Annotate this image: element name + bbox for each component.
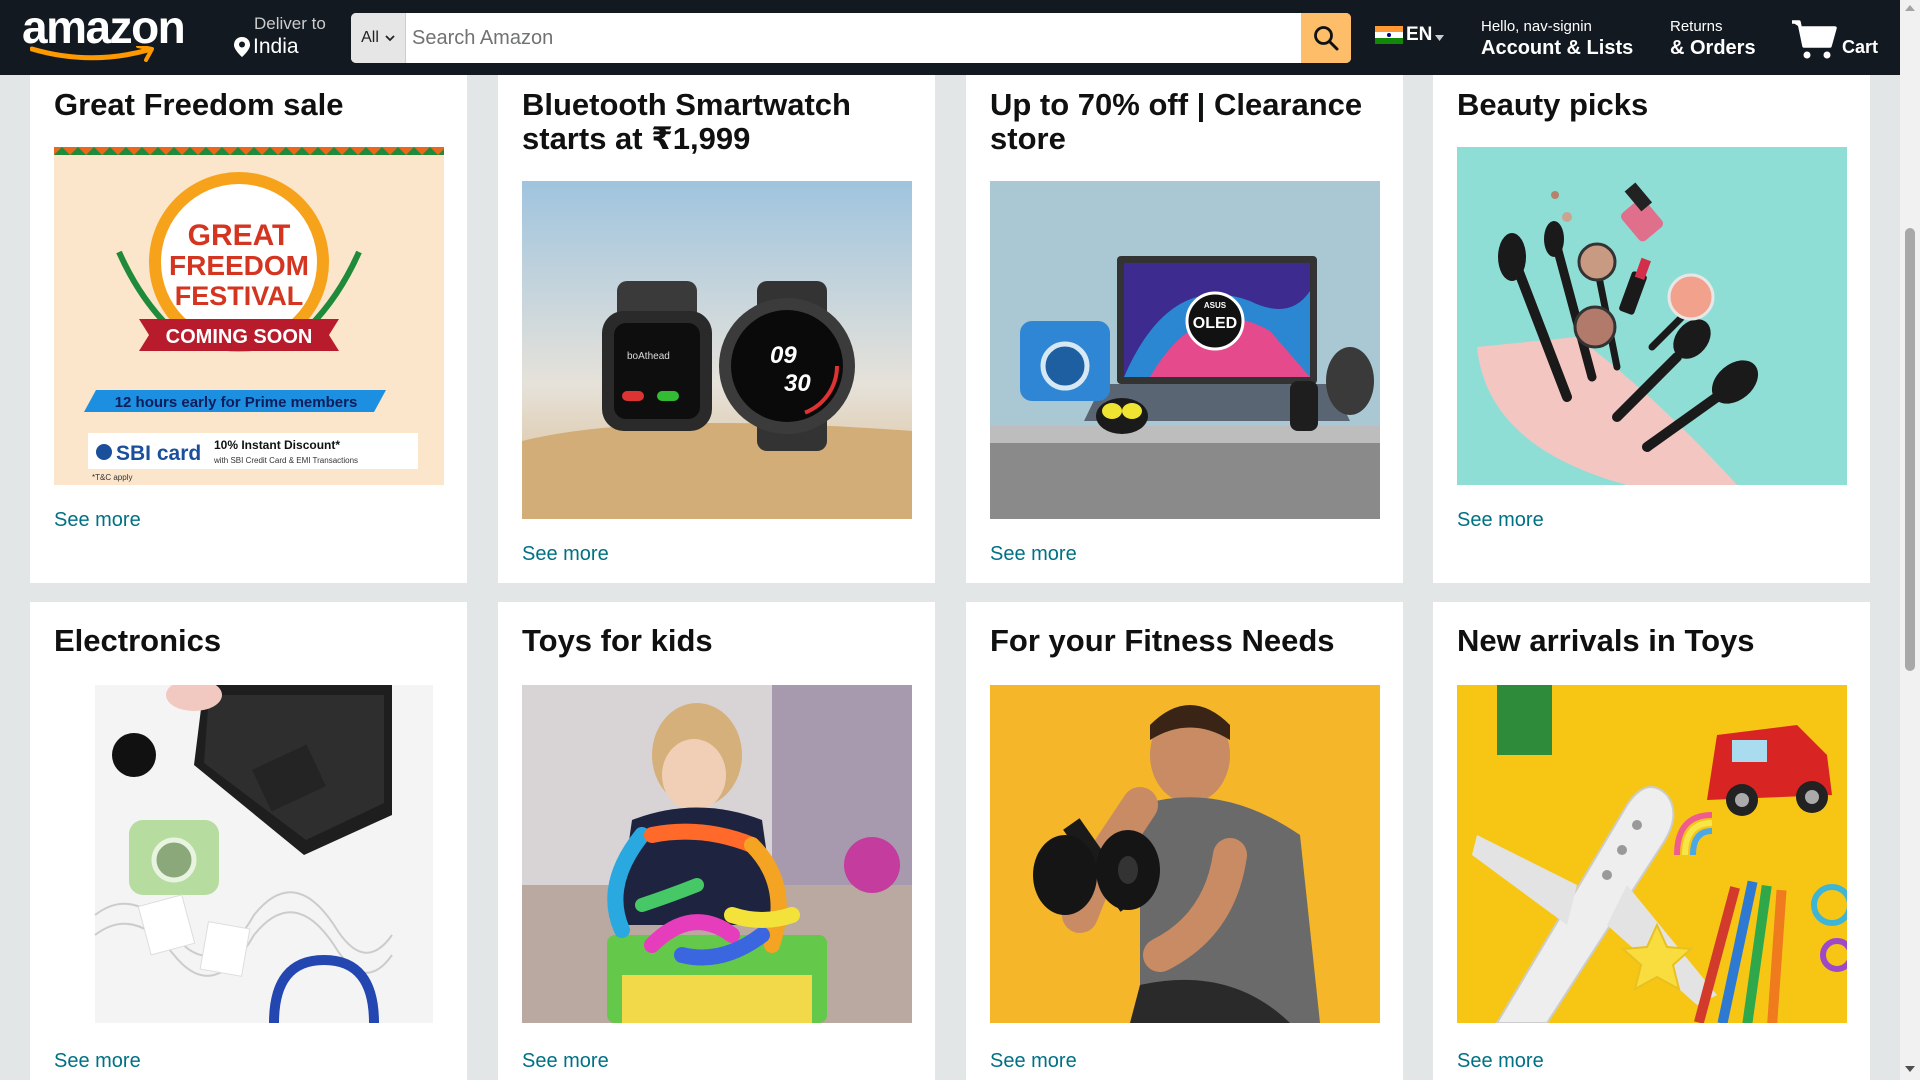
cart-link[interactable]: Cart (1790, 14, 1878, 62)
watch-brand: boAthead (627, 351, 670, 362)
india-flag-icon (1375, 26, 1403, 44)
card-title: New arrivals in Toys (1457, 623, 1755, 658)
account-and-lists-menu[interactable]: Hello, nav-signin Account & Lists (1481, 18, 1633, 60)
amazon-logo-wordmark: amazon (22, 1, 186, 53)
card-beauty-picks: Beauty picks See more (1433, 75, 1870, 583)
child-playing-tubes (522, 685, 912, 1023)
account-lists-label: Account & Lists (1481, 37, 1634, 59)
see-more-link[interactable]: See more (54, 1050, 141, 1073)
card-image-toys-for-kids[interactable] (522, 685, 912, 1023)
banner-sbi-logo: SBI card (116, 442, 201, 465)
see-more-link[interactable]: See more (522, 1050, 609, 1073)
card-image-beauty[interactable] (1457, 147, 1847, 485)
language-code: EN (1406, 24, 1433, 45)
scroll-up-arrow-icon[interactable] (1905, 5, 1915, 11)
card-title: Great Freedom sale (54, 87, 344, 122)
card-image-fitness[interactable] (990, 685, 1380, 1023)
banner-line-2: FREEDOM (169, 250, 309, 281)
card-electronics: Electronics See more (30, 602, 467, 1080)
scroll-down-arrow-icon[interactable] (1905, 1066, 1915, 1072)
chevron-down-icon (385, 34, 395, 41)
see-more-link[interactable]: See more (990, 543, 1077, 566)
banner-line-1: GREAT (188, 219, 291, 252)
card-image-great-freedom-festival[interactable]: GREAT FREEDOM FESTIVAL COMING SOON 12 ho… (54, 147, 444, 485)
card-image-smartwatch[interactable]: boAthead 09 30 (522, 181, 912, 519)
card-image-new-arrivals-toys[interactable] (1457, 685, 1847, 1023)
watch-hour: 09 (770, 342, 797, 369)
search-input[interactable] (406, 13, 1301, 63)
card-great-freedom-sale: Great Freedom sale GREAT FREEDOM FESTIVA… (30, 75, 467, 583)
caret-down-icon (1435, 35, 1445, 41)
cart-icon (1792, 20, 1837, 59)
returns-label: Returns (1670, 18, 1723, 35)
orders-label: & Orders (1670, 37, 1756, 59)
card-new-arrivals-in-toys: New arrivals in Toys See more (1433, 602, 1870, 1080)
card-title: Bluetooth Smartwatch starts at ₹1,999 (522, 87, 851, 156)
language-selector[interactable]: EN (1375, 24, 1445, 46)
top-navigation-bar: amazon Deliver to India All Search Amazo… (0, 0, 1900, 75)
great-freedom-festival-banner: GREAT FREEDOM FESTIVAL COMING SOON 12 ho… (54, 147, 444, 485)
see-more-link[interactable]: See more (1457, 1050, 1544, 1073)
returns-and-orders-link[interactable]: Returns & Orders (1670, 18, 1756, 60)
search-category-dropdown[interactable]: All (351, 13, 406, 63)
banner-ribbon-text: COMING SOON (166, 326, 313, 348)
location-pin-icon (234, 37, 250, 57)
card-title: Toys for kids (522, 623, 713, 658)
card-title: Up to 70% off | Clearance store (990, 87, 1363, 156)
makeup-brushes-pouch (1457, 147, 1847, 485)
laptop-camera-earbuds: ASUS OLED (990, 181, 1380, 519)
see-more-link[interactable]: See more (990, 1050, 1077, 1073)
banner-discount: 10% Instant Discount* (214, 438, 340, 452)
man-lifting-dumbbell (990, 685, 1380, 1023)
banner-discount-sub: with SBI Credit Card & EMI Transactions (213, 456, 358, 465)
card-clearance-store: Up to 70% off | Clearance store ASUS OLE… (966, 75, 1403, 583)
smartwatches-on-sand: boAthead 09 30 (522, 181, 912, 519)
deliver-to-label: Deliver to (254, 14, 326, 33)
card-title: For your Fitness Needs (990, 623, 1335, 658)
card-title: Electronics (54, 623, 222, 658)
card-toys-for-kids: Toys for kids See more (498, 602, 935, 1080)
card-bluetooth-smartwatch: Bluetooth Smartwatch starts at ₹1,999 bo… (498, 75, 935, 583)
search-bar: All (351, 13, 1351, 63)
page-scrollbar[interactable] (1900, 0, 1920, 1080)
search-icon (1314, 26, 1339, 51)
see-more-link[interactable]: See more (522, 543, 609, 566)
banner-tnc: *T&C apply (92, 473, 132, 482)
see-more-link[interactable]: See more (54, 509, 141, 532)
card-image-electronics[interactable] (54, 685, 444, 1023)
laptop-brand: ASUS (1204, 301, 1227, 310)
amazon-smile-icon (30, 46, 154, 62)
amazon-logo[interactable]: amazon (22, 4, 202, 64)
see-more-link[interactable]: See more (1457, 509, 1544, 532)
scrollbar-thumb[interactable] (1905, 228, 1915, 671)
card-title: Beauty picks (1457, 87, 1649, 122)
banner-line-3: FESTIVAL (175, 281, 304, 311)
laptop-oled-badge: OLED (1193, 315, 1237, 332)
card-image-clearance[interactable]: ASUS OLED (990, 181, 1380, 519)
deliver-to-location[interactable]: Deliver to India (234, 14, 326, 62)
search-submit-button[interactable] (1301, 13, 1351, 63)
toy-plane-car-pencils (1457, 685, 1847, 1023)
deliver-location-name: India (253, 35, 299, 58)
cart-label: Cart (1842, 37, 1879, 57)
card-fitness-needs: For your Fitness Needs See more (966, 602, 1403, 1080)
search-category-value: All (361, 29, 379, 46)
account-greeting: Hello, nav-signin (1481, 18, 1592, 35)
laptop-camera-headphones (54, 685, 444, 1023)
watch-minute: 30 (784, 370, 811, 397)
banner-prime-note: 12 hours early for Prime members (115, 394, 358, 411)
